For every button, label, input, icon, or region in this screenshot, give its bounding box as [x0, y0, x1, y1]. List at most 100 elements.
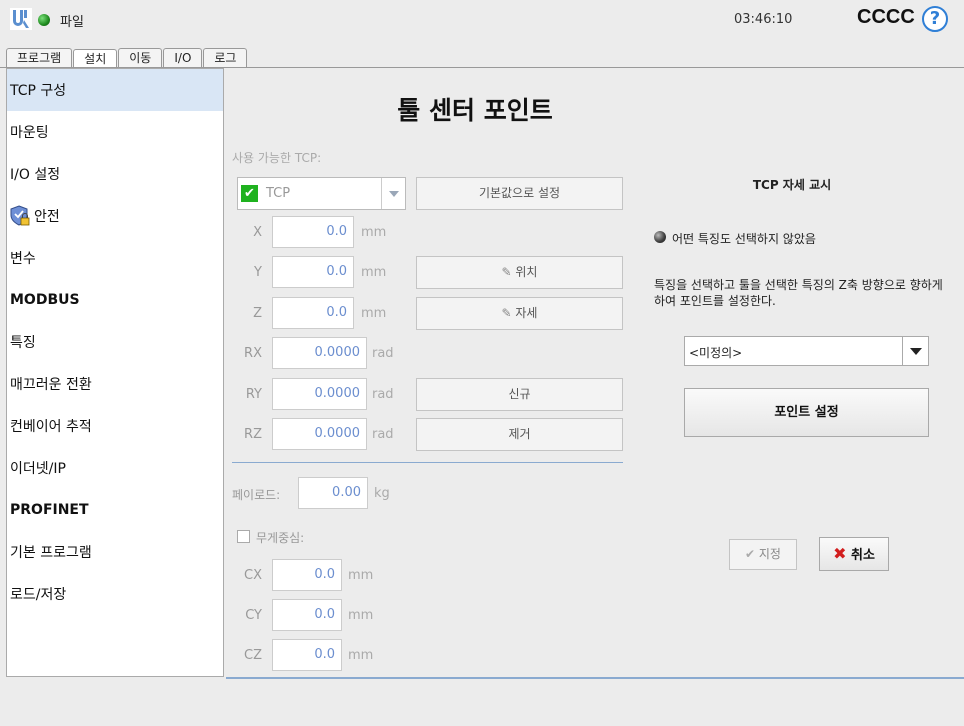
feature-status-icon	[654, 231, 666, 243]
sidebar-item-label: 변수	[10, 251, 36, 267]
sidebar-item-label: 특징	[10, 335, 36, 351]
sidebar-item-io-setup[interactable]: I/O 설정	[7, 153, 223, 195]
sidebar-item-variables[interactable]: 변수	[7, 237, 223, 279]
cz-label: CZ	[244, 648, 262, 663]
sidebar: TCP 구성 마운팅 I/O 설정 안전 변수 MODBUS 특징 매끄러운 전…	[6, 68, 224, 677]
cancel-button[interactable]: ✖ 취소	[819, 537, 889, 571]
sidebar-item-modbus[interactable]: MODBUS	[7, 279, 223, 321]
sidebar-item-label: 기본 프로그램	[10, 545, 92, 561]
cx-unit: mm	[348, 568, 374, 583]
payload-label: 페이로드:	[232, 488, 281, 502]
page-title: 툴 센터 포인트	[397, 96, 553, 125]
cx-label: CX	[244, 568, 262, 583]
clock: 03:46:10	[734, 12, 793, 27]
rx-field[interactable]: 0.0000	[272, 337, 367, 369]
ur-logo-icon	[10, 8, 32, 30]
sidebar-item-tcp[interactable]: TCP 구성	[7, 69, 223, 111]
chevron-down-icon	[381, 178, 405, 209]
sidebar-item-label: 매끄러운 전환	[10, 377, 92, 393]
sidebar-item-default-program[interactable]: 기본 프로그램	[7, 531, 223, 573]
main-tabs: 프로그램 설치 이동 I/O 로그	[6, 48, 248, 69]
tab-log[interactable]: 로그	[203, 48, 248, 68]
magic-wand-icon: ✎	[501, 306, 512, 320]
tab-program[interactable]: 프로그램	[6, 48, 73, 68]
help-icon[interactable]: ?	[922, 6, 948, 32]
assign-button[interactable]: ✔ 지정	[729, 539, 797, 570]
robot-name: CCCC	[857, 6, 915, 28]
sidebar-item-load-save[interactable]: 로드/저장	[7, 573, 223, 615]
cog-label: 무게중심:	[256, 531, 305, 545]
sidebar-item-safety[interactable]: 안전	[7, 195, 223, 237]
teach-orientation-label: 자세	[515, 306, 538, 320]
sidebar-item-mounting[interactable]: 마운팅	[7, 111, 223, 153]
tab-move[interactable]: 이동	[118, 48, 163, 68]
teach-orientation-button[interactable]: ✎ 자세	[416, 297, 623, 330]
sidebar-item-conveyor-tracking[interactable]: 컨베이어 추적	[7, 405, 223, 447]
y-field[interactable]: 0.0	[272, 256, 354, 288]
no-feature-text: 어떤 특징도 선택하지 않았음	[672, 232, 816, 246]
sidebar-item-label: 로드/저장	[10, 587, 67, 603]
file-menu[interactable]: 파일	[60, 11, 84, 30]
sidebar-item-profinet[interactable]: PROFINET	[7, 489, 223, 531]
teach-position-button[interactable]: ✎ 위치	[416, 256, 623, 289]
sidebar-item-label: 이더넷/IP	[10, 461, 66, 477]
sidebar-item-smooth-transition[interactable]: 매끄러운 전환	[7, 363, 223, 405]
x-unit: mm	[361, 225, 387, 240]
y-label: Y	[254, 265, 262, 280]
assign-label: 지정	[758, 547, 781, 561]
section-divider	[232, 462, 623, 463]
rz-unit: rad	[372, 427, 394, 442]
rz-field[interactable]: 0.0000	[272, 418, 367, 450]
feature-dropdown[interactable]: <미정의>	[684, 336, 929, 366]
teach-position-label: 위치	[515, 265, 538, 279]
z-unit: mm	[361, 306, 387, 321]
ry-field[interactable]: 0.0000	[272, 378, 367, 410]
sidebar-item-label: 안전	[34, 209, 60, 225]
sidebar-item-label: MODBUS	[10, 292, 80, 308]
new-tcp-button[interactable]: 신규	[416, 378, 623, 411]
ry-unit: rad	[372, 387, 394, 402]
cz-field[interactable]: 0.0	[272, 639, 342, 671]
sidebar-item-label: 컨베이어 추적	[10, 419, 92, 435]
cz-unit: mm	[348, 648, 374, 663]
cx-field[interactable]: 0.0	[272, 559, 342, 591]
sidebar-item-label: I/O 설정	[10, 167, 61, 183]
sidebar-item-label: 마운팅	[10, 125, 49, 141]
set-default-button[interactable]: 기본값으로 설정	[416, 177, 623, 210]
tab-io[interactable]: I/O	[163, 48, 203, 68]
rx-label: RX	[244, 346, 262, 361]
magic-wand-icon: ✎	[501, 265, 512, 279]
cy-unit: mm	[348, 608, 374, 623]
remove-tcp-button[interactable]: 제거	[416, 418, 623, 451]
top-bar: 파일 03:46:10 CCCC ?	[0, 0, 964, 40]
sidebar-item-ethernet-ip[interactable]: 이더넷/IP	[7, 447, 223, 489]
set-point-button[interactable]: 포인트 설정	[684, 388, 929, 437]
z-field[interactable]: 0.0	[272, 297, 354, 329]
x-label: X	[253, 225, 262, 240]
rx-unit: rad	[372, 346, 394, 361]
cy-label: CY	[245, 608, 262, 623]
teach-orientation-title: TCP 자세 교시	[752, 178, 832, 192]
check-icon: ✔	[745, 547, 756, 561]
close-icon: ✖	[833, 544, 847, 563]
check-icon: ✔	[241, 185, 258, 202]
chevron-down-icon	[902, 337, 928, 365]
payload-unit: kg	[374, 486, 390, 501]
safety-shield-icon	[10, 205, 30, 226]
ry-label: RY	[245, 387, 262, 402]
teach-description: 특징을 선택하고 툴을 선택한 특징의 Z축 방향으로 향하게 하여 포인트를 …	[654, 278, 943, 308]
tcp-selected-value: TCP	[266, 186, 291, 201]
x-field[interactable]: 0.0	[272, 216, 354, 248]
sidebar-item-features[interactable]: 특징	[7, 321, 223, 363]
footer	[0, 679, 964, 726]
cog-checkbox[interactable]	[237, 530, 250, 543]
available-tcp-label: 사용 가능한 TCP:	[232, 151, 322, 165]
sidebar-item-label: TCP 구성	[10, 83, 67, 99]
feature-selected-value: <미정의>	[689, 346, 743, 360]
tab-installation[interactable]: 설치	[73, 49, 118, 69]
payload-field[interactable]: 0.00	[298, 477, 368, 509]
cy-field[interactable]: 0.0	[272, 599, 342, 631]
z-label: Z	[253, 306, 262, 321]
file-status-icon[interactable]	[38, 14, 50, 26]
tcp-dropdown[interactable]: ✔ TCP	[237, 177, 406, 210]
